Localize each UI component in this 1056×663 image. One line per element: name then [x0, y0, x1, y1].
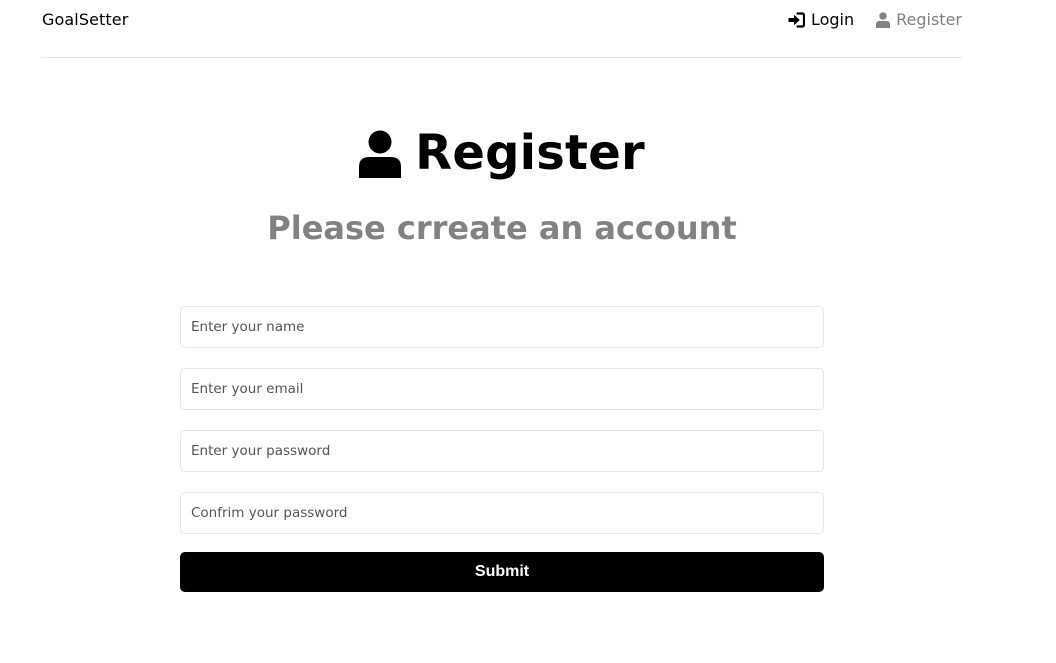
page-heading: Register [0, 118, 1004, 188]
nav-login-link[interactable]: Login [788, 10, 854, 30]
confirm-password-input[interactable] [180, 492, 824, 534]
register-page: GoalSetter Login Register Register Pleas… [0, 0, 1056, 663]
logo-link[interactable]: GoalSetter [42, 10, 128, 30]
page-subtitle: Please crreate an account [267, 209, 737, 247]
password-input[interactable] [180, 430, 824, 472]
email-input[interactable] [180, 368, 824, 410]
user-icon [359, 130, 402, 178]
sign-in-icon [788, 12, 805, 28]
nav-register-link[interactable]: Register [876, 10, 962, 30]
top-nav: Login Register [788, 10, 962, 30]
name-input[interactable] [180, 306, 824, 348]
user-icon [876, 12, 891, 28]
page-title: Register [415, 125, 645, 181]
nav-login-label: Login [810, 10, 855, 29]
register-form: Submit [180, 306, 824, 592]
nav-register-label: Register [896, 10, 962, 29]
submit-button[interactable]: Submit [180, 552, 824, 592]
top-header: GoalSetter Login Register [42, 0, 962, 58]
